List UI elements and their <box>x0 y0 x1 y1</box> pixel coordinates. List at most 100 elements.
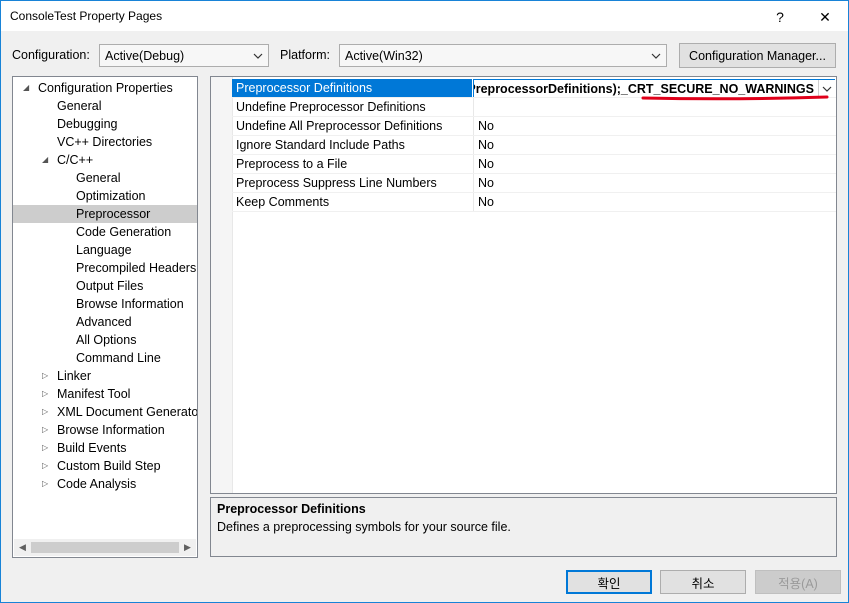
configuration-label: Configuration: <box>12 48 90 62</box>
property-value: No <box>473 174 836 193</box>
configuration-manager-button[interactable]: Configuration Manager... <box>679 43 836 68</box>
tree-item[interactable]: Preprocessor <box>13 205 197 223</box>
annotation-underline <box>641 95 829 101</box>
tree-item[interactable]: ▷ Build Events <box>13 439 197 457</box>
tree-item-label: Command Line <box>76 351 161 365</box>
tree-item[interactable]: VC++ Directories <box>13 133 197 151</box>
property-name: Preprocess Suppress Line Numbers <box>236 176 437 190</box>
ok-label: 확인 <box>597 576 621 591</box>
scroll-left-icon[interactable]: ◀ <box>14 539 31 556</box>
tree-item[interactable]: General <box>13 97 197 115</box>
description-panel: Preprocessor Definitions Defines a prepr… <box>210 497 837 557</box>
tree-item[interactable]: ▷ Browse Information <box>13 421 197 439</box>
tree-item-label: Code Analysis <box>57 477 137 491</box>
tree-item-label: Debugging <box>57 117 118 131</box>
ok-button[interactable]: 확인 <box>566 570 652 594</box>
tree-item-label: Optimization <box>76 189 146 203</box>
tree-item-label: Language <box>76 243 132 257</box>
expand-icon[interactable]: ▷ <box>42 403 52 421</box>
tree-item[interactable]: Precompiled Headers <box>13 259 197 277</box>
tree-item-label: General <box>76 171 121 185</box>
platform-dropdown[interactable]: Active(Win32) <box>339 44 667 67</box>
tree-item-label: Preprocessor <box>76 207 151 221</box>
tree-item[interactable]: Optimization <box>13 187 197 205</box>
tree-item[interactable]: ▷ Linker <box>13 367 197 385</box>
property-value: No <box>473 155 836 174</box>
tree-item[interactable]: Output Files <box>13 277 197 295</box>
tree-item-label: Build Events <box>57 441 127 455</box>
property-name: Preprocessor Definitions <box>232 79 472 98</box>
tree-item[interactable]: General <box>13 169 197 187</box>
tree-item[interactable]: ▷ Manifest Tool <box>13 385 197 403</box>
tree-item-label: Output Files <box>76 279 144 293</box>
tree-item-label: Linker <box>57 369 92 383</box>
tree-item[interactable]: Code Generation <box>13 223 197 241</box>
expand-icon[interactable]: ▷ <box>42 457 52 475</box>
tree-item[interactable]: ▷ Code Analysis <box>13 475 197 493</box>
property-row[interactable]: Keep Comments No <box>211 193 836 212</box>
tree-horizontal-scrollbar[interactable]: ◀ ▶ <box>14 539 196 556</box>
apply-label: 적용(A) <box>778 576 818 591</box>
property-name: Ignore Standard Include Paths <box>236 138 405 152</box>
tree-item[interactable]: ▷ Custom Build Step <box>13 457 197 475</box>
property-name: Preprocess to a File <box>236 157 348 171</box>
expand-icon[interactable]: ▷ <box>42 385 52 403</box>
tree-item[interactable]: Command Line <box>13 349 197 367</box>
platform-value: Active(Win32) <box>345 48 423 63</box>
configuration-manager-label: Configuration Manager... <box>689 48 826 63</box>
configuration-dropdown[interactable]: Active(Debug) <box>99 44 269 67</box>
property-row[interactable]: Preprocess to a File No <box>211 155 836 174</box>
tree-item-label: C/C++ <box>57 153 94 167</box>
tree-item-label: XML Document Generator <box>57 405 198 419</box>
tree-item-label: Advanced <box>76 315 132 329</box>
row-divider <box>232 211 836 212</box>
tree-item-label: All Options <box>76 333 137 347</box>
tree-item[interactable]: ◢ Configuration Properties <box>13 79 197 97</box>
property-name: Undefine All Preprocessor Definitions <box>236 119 443 133</box>
cancel-label: 취소 <box>691 576 715 591</box>
collapse-icon[interactable]: ◢ <box>23 79 33 97</box>
cancel-button[interactable]: 취소 <box>660 570 746 594</box>
tree-item[interactable]: All Options <box>13 331 197 349</box>
description-text: Defines a preprocessing symbols for your… <box>217 520 511 534</box>
tree-item-label: Browse Information <box>57 423 165 437</box>
collapse-icon[interactable]: ◢ <box>42 151 52 169</box>
tree-item[interactable]: Browse Information <box>13 295 197 313</box>
expand-icon[interactable]: ▷ <box>42 439 52 457</box>
tree-item[interactable]: ◢ C/C++ <box>13 151 197 169</box>
expand-icon[interactable]: ▷ <box>42 421 52 439</box>
tree-item-label: Custom Build Step <box>57 459 161 473</box>
property-row[interactable]: Ignore Standard Include Paths No <box>211 136 836 155</box>
tree-item-label: Manifest Tool <box>57 387 131 401</box>
close-button[interactable]: ✕ <box>802 2 848 32</box>
tree-item[interactable]: Language <box>13 241 197 259</box>
tree-item[interactable]: Advanced <box>13 313 197 331</box>
tree-item-label: VC++ Directories <box>57 135 153 149</box>
chevron-down-icon <box>253 53 263 59</box>
scroll-right-icon[interactable]: ▶ <box>179 539 196 556</box>
apply-button[interactable]: 적용(A) <box>755 570 841 594</box>
tree-item-label: Browse Information <box>76 297 184 311</box>
title-bar: ConsoleTest Property Pages ? ✕ <box>1 1 848 31</box>
tree-item[interactable]: ▷ XML Document Generator <box>13 403 197 421</box>
tree-item[interactable]: Debugging <box>13 115 197 133</box>
expand-icon[interactable]: ▷ <box>42 367 52 385</box>
window-title: ConsoleTest Property Pages <box>10 9 163 23</box>
expand-icon[interactable]: ▷ <box>42 475 52 493</box>
help-icon: ? <box>776 9 784 25</box>
property-row[interactable]: Preprocess Suppress Line Numbers No <box>211 174 836 193</box>
tree-item-label: Code Generation <box>76 225 172 239</box>
close-icon: ✕ <box>819 8 831 25</box>
property-grid[interactable]: Preprocessor Definitions E;%(Preprocessor… <box>210 76 837 494</box>
platform-label: Platform: <box>280 48 331 62</box>
description-title: Preprocessor Definitions <box>217 502 366 516</box>
tree-item-label: Configuration Properties <box>38 81 173 95</box>
chevron-down-icon <box>651 53 661 59</box>
help-button[interactable]: ? <box>757 2 803 32</box>
property-tree[interactable]: ◢ Configuration Properties General Debuggin… <box>12 76 198 558</box>
property-value: No <box>473 193 836 212</box>
scrollbar-thumb[interactable] <box>31 542 179 553</box>
configuration-value: Active(Debug) <box>105 48 185 63</box>
property-row[interactable]: Undefine All Preprocessor Definitions No <box>211 117 836 136</box>
tree-item-label: Precompiled Headers <box>76 261 197 275</box>
